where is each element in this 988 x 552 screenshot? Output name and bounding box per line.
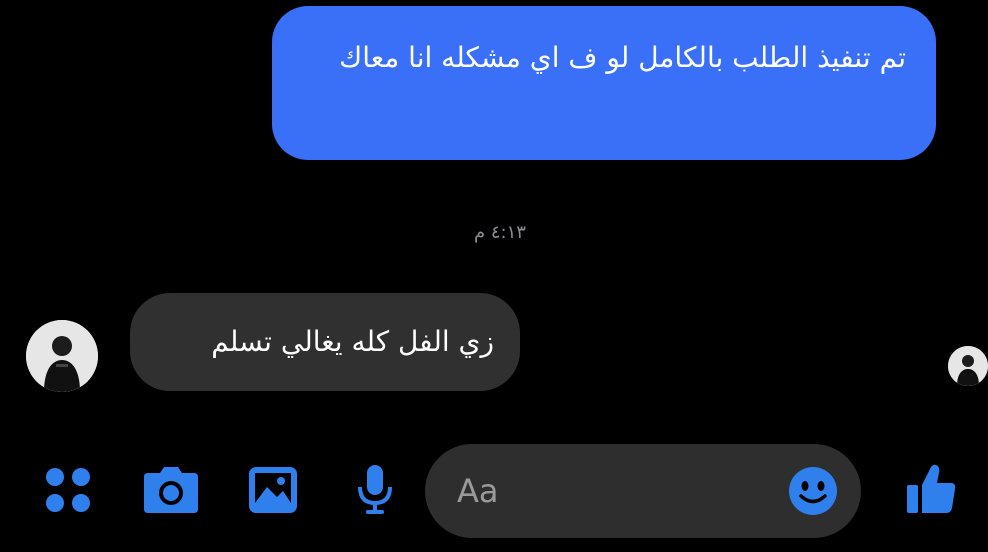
image-icon[interactable] [244,462,302,518]
contact-avatar[interactable] [26,320,98,392]
outgoing-message-bubble[interactable]: تم تنفيذ الطلب بالكامل لو ف اي مشكله انا… [272,6,936,160]
message-timestamp: ٤:١٣ م [474,222,526,243]
microphone-icon[interactable] [352,462,398,518]
camera-icon[interactable] [140,462,202,518]
person-avatar-icon [948,346,988,386]
thumbs-up-icon[interactable] [900,458,962,520]
outgoing-message-text: تم تنفيذ الطلب بالكامل لو ف اي مشكله انا… [339,41,906,74]
incoming-message-bubble[interactable]: زي الفل كله يغالي تسلم [130,293,520,391]
incoming-message-text: زي الفل كله يغالي تسلم [211,325,494,358]
seen-receipt-avatar [948,346,988,386]
person-avatar-icon [26,320,98,392]
emoji-icon[interactable] [786,464,840,518]
apps-grid-icon[interactable] [40,462,96,518]
